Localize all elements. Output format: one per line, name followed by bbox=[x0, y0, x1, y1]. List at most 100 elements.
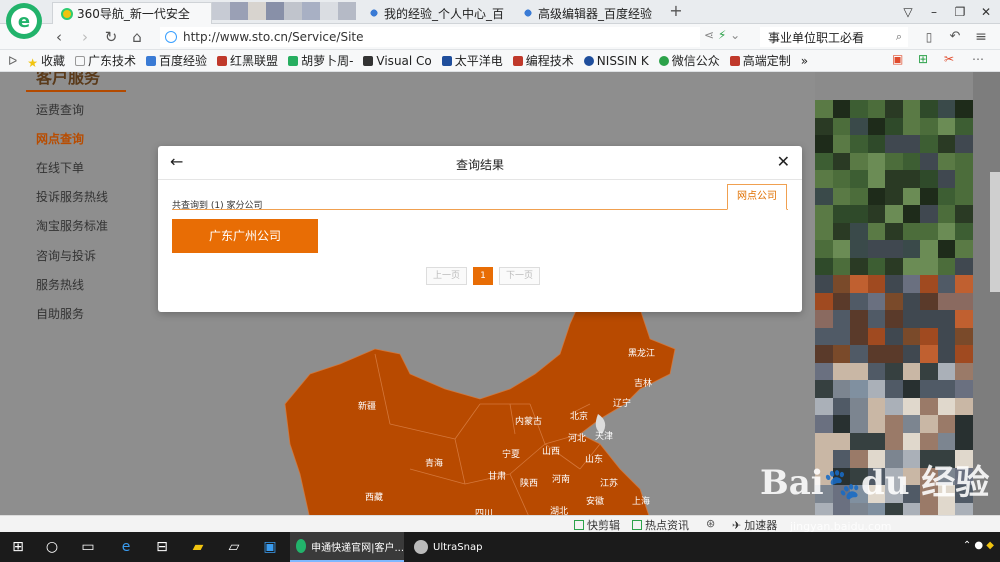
search-input[interactable]: 事业单位职工必看 ⌕ bbox=[760, 27, 908, 47]
map-label: 西藏 bbox=[365, 493, 384, 503]
more-icon[interactable]: ⋯ bbox=[972, 52, 984, 66]
sidebar-item-consult[interactable]: 咨询与投诉 bbox=[36, 247, 96, 264]
map-label: 江苏 bbox=[600, 479, 619, 489]
map-label: 上海 bbox=[632, 497, 651, 507]
bookmark-item[interactable]: Visual Co bbox=[363, 54, 432, 68]
bookmark-item[interactable]: 高端定制 bbox=[729, 52, 791, 69]
scrollbar-thumb[interactable] bbox=[990, 172, 1000, 292]
mosaic-cell bbox=[937, 345, 956, 363]
bookmark-item[interactable]: 胡萝卜周- bbox=[288, 52, 353, 69]
mosaic-cell bbox=[902, 152, 921, 170]
china-map[interactable]: 黑龙江 吉林 辽宁 北京 天津 河北 内蒙古 新疆 青海 甘肃 宁夏 山西 山东… bbox=[280, 294, 700, 515]
sidebar-item-complaint-hotline[interactable]: 投诉服务热线 bbox=[36, 188, 108, 205]
back-icon[interactable]: ‹ bbox=[50, 28, 68, 46]
share-lightning-icons[interactable]: ⋖ ⚡ ⌄ bbox=[704, 28, 740, 42]
mosaic-cell bbox=[920, 240, 938, 258]
taskbar-app-browser[interactable]: 申通快递官网|客户... bbox=[290, 532, 404, 562]
tab-my-experience[interactable]: 我的经验_个人中心_百 bbox=[360, 2, 506, 24]
shirt-skin-icon[interactable]: ▽ bbox=[898, 3, 918, 21]
sidebar-toggle-icon[interactable]: ᐅ bbox=[8, 54, 17, 68]
url-text: http://www.sto.cn/Service/Site bbox=[183, 30, 364, 44]
forward-icon[interactable]: › bbox=[76, 28, 94, 46]
taskbar-app-ultrasnap[interactable]: UltraSnap bbox=[408, 532, 528, 562]
browser-logo-icon[interactable]: e bbox=[6, 3, 42, 39]
bookmark-item[interactable]: 广东技术 bbox=[75, 52, 136, 69]
prev-page-button[interactable]: 上一页 bbox=[426, 267, 468, 285]
scissors-icon[interactable]: ✂ bbox=[944, 52, 954, 66]
mosaic-cell bbox=[815, 170, 833, 188]
mosaic-cell bbox=[850, 135, 868, 153]
mosaic-cell bbox=[902, 117, 921, 135]
mosaic-cell bbox=[902, 432, 921, 450]
mosaic-cell bbox=[867, 362, 886, 380]
mosaic-cell bbox=[955, 240, 973, 258]
page-1-button[interactable]: 1 bbox=[473, 267, 494, 285]
minimize-icon[interactable]: – bbox=[924, 3, 944, 21]
tab-360-nav[interactable]: 360导航_新一代安全 bbox=[52, 2, 212, 24]
mosaic-cell bbox=[867, 257, 886, 275]
bookmark-item[interactable]: 太平洋电 bbox=[441, 52, 503, 69]
mosaic-cell bbox=[955, 432, 973, 450]
extension-icon[interactable]: ⊞ bbox=[918, 52, 928, 66]
app-icon[interactable]: ▣ bbox=[260, 537, 280, 557]
bookmark-item[interactable]: 编程技术 bbox=[512, 52, 574, 69]
phone-icon[interactable]: ▯ bbox=[920, 28, 938, 46]
close-window-icon[interactable]: ✕ bbox=[976, 3, 996, 21]
tab-advanced-editor[interactable]: 高级编辑器_百度经验 bbox=[514, 2, 662, 24]
close-icon[interactable]: ✕ bbox=[777, 152, 790, 171]
mosaic-cell bbox=[850, 327, 868, 345]
map-label: 新疆 bbox=[358, 402, 377, 412]
cortana-icon[interactable]: ○ bbox=[42, 537, 62, 557]
sidebar-item-hotline[interactable]: 服务热线 bbox=[36, 276, 84, 293]
task-view-icon[interactable]: ▭ bbox=[78, 537, 98, 557]
hot-news-button[interactable]: 热点资讯 bbox=[632, 517, 689, 533]
page-right-edge bbox=[973, 72, 1000, 515]
mosaic-cell bbox=[832, 397, 851, 415]
home-icon[interactable]: ⌂ bbox=[128, 28, 146, 46]
quick-clip-button[interactable]: 快剪辑 bbox=[574, 517, 620, 533]
mosaic-cell bbox=[937, 397, 956, 415]
edge-icon[interactable]: e bbox=[116, 537, 136, 557]
mosaic-cell bbox=[815, 222, 833, 240]
mosaic-cell bbox=[815, 502, 833, 515]
bookmark-item[interactable]: 百度经验 bbox=[146, 52, 207, 69]
mosaic-cell bbox=[867, 397, 886, 415]
sidebar-item-online-order[interactable]: 在线下单 bbox=[36, 159, 84, 176]
restore-icon[interactable]: ❐ bbox=[950, 3, 970, 21]
company-result-button[interactable]: 广东广州公司 bbox=[172, 219, 318, 253]
mosaic-cell bbox=[832, 222, 851, 240]
refresh-icon[interactable]: ↻ bbox=[102, 28, 120, 46]
mosaic-cell bbox=[850, 275, 868, 293]
bookmark-item[interactable]: 微信公众 bbox=[658, 52, 720, 69]
bookmark-item[interactable]: NISSIN K bbox=[583, 54, 649, 68]
mosaic-cell bbox=[815, 292, 833, 310]
store-icon[interactable]: ⊟ bbox=[152, 537, 172, 557]
mosaic-cell bbox=[920, 432, 938, 450]
sidebar-item-taobao-standard[interactable]: 淘宝服务标准 bbox=[36, 217, 108, 234]
windows-start-icon[interactable]: ⊞ bbox=[8, 537, 28, 557]
bookmark-favorites[interactable]: ★ 收藏 bbox=[27, 52, 65, 70]
mosaic-cell bbox=[955, 187, 973, 205]
undo-icon[interactable]: ↶ bbox=[946, 28, 964, 46]
bookmark-more[interactable]: » bbox=[801, 54, 808, 68]
system-tray[interactable]: ⌃ ● ◆ bbox=[963, 540, 994, 551]
sidebar-item-self-service[interactable]: 自助服务 bbox=[36, 305, 84, 322]
explorer-folder-icon[interactable]: ▰ bbox=[188, 537, 208, 557]
mosaic-cell bbox=[902, 362, 921, 380]
mosaic-cell bbox=[902, 187, 921, 205]
sidebar-item-freight[interactable]: 运费查询 bbox=[36, 101, 84, 118]
download-icon[interactable]: ⊛ bbox=[706, 517, 715, 530]
bookmark-item[interactable]: 红黑联盟 bbox=[217, 52, 278, 69]
tab-outlet-company[interactable]: 网点公司 bbox=[727, 184, 787, 210]
sidebar-item-outlet-query[interactable]: 网点查询 bbox=[36, 130, 84, 147]
app-icon[interactable]: ▱ bbox=[224, 537, 244, 557]
next-page-button[interactable]: 下一页 bbox=[499, 267, 541, 285]
mosaic-cell bbox=[885, 310, 903, 328]
search-icon[interactable]: ⌕ bbox=[896, 30, 902, 44]
new-tab-button[interactable]: + bbox=[666, 2, 686, 22]
calendar-icon[interactable]: ▣ bbox=[892, 52, 903, 66]
menu-icon[interactable]: ≡ bbox=[972, 28, 990, 46]
address-bar[interactable]: http://www.sto.cn/Service/Site bbox=[160, 27, 700, 47]
mosaic-cell bbox=[815, 275, 833, 293]
accelerator-button[interactable]: ✈ 加速器 bbox=[732, 517, 777, 533]
